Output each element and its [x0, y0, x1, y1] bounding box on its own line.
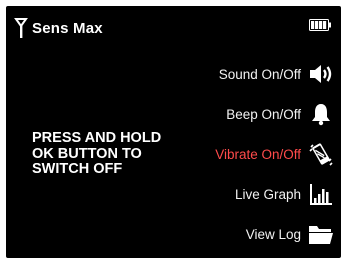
- bell-icon: [307, 101, 335, 127]
- folder-icon: [307, 221, 335, 247]
- menu-item-vibrate[interactable]: Vibrate On/Off: [135, 134, 335, 174]
- vibrate-icon: [307, 141, 335, 167]
- bar-chart-icon: [307, 181, 335, 207]
- menu-item-beep[interactable]: Beep On/Off: [135, 94, 335, 134]
- app-title: Sens Max: [32, 19, 103, 37]
- menu-item-label: Sound On/Off: [218, 66, 301, 82]
- speaker-icon: [307, 61, 335, 87]
- menu-item-sound[interactable]: Sound On/Off: [135, 54, 335, 94]
- antenna-icon: [14, 18, 28, 38]
- header: Sens Max: [14, 14, 103, 42]
- menu-item-label: Live Graph: [234, 186, 301, 202]
- menu-item-label: Vibrate On/Off: [215, 146, 301, 162]
- menu-item-label: Beep On/Off: [226, 106, 301, 122]
- battery-icon: [309, 19, 331, 31]
- menu-item-live-graph[interactable]: Live Graph: [135, 174, 335, 214]
- menu-item-label: View Log: [245, 226, 301, 242]
- menu: Sound On/Off Beep On/Off Vibrate On/Off: [135, 54, 335, 254]
- device-screen: Sens Max PRESS AND HOLD OK BUTTON TO SWI…: [6, 6, 341, 258]
- menu-item-view-log[interactable]: View Log: [135, 214, 335, 254]
